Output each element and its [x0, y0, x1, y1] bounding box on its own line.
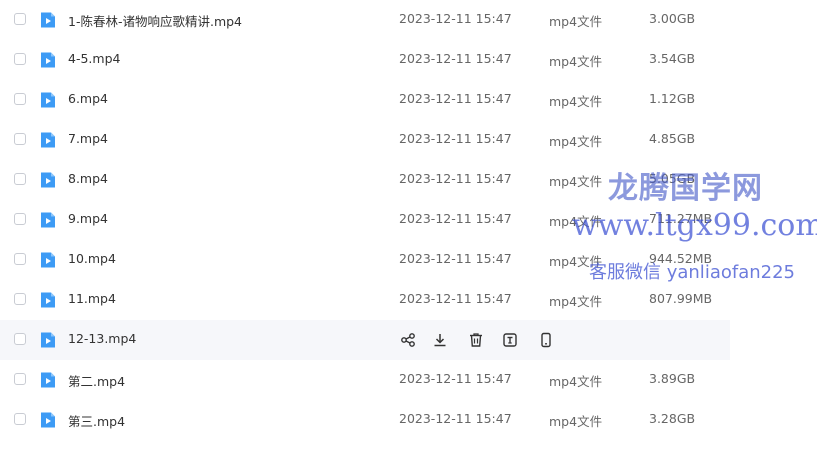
file-size: 807.99MB — [649, 291, 713, 306]
file-type: mp4文件 — [549, 374, 603, 389]
delete-icon[interactable] — [467, 331, 485, 349]
file-row[interactable]: 第三.mp4 2023-12-11 15:47 mp4文件 3.28GB — [0, 400, 817, 440]
file-row[interactable]: 11.mp4 2023-12-11 15:47 mp4文件 807.99MB — [0, 280, 817, 320]
file-type: mp4文件 — [549, 214, 603, 229]
video-file-icon — [39, 211, 57, 229]
file-row[interactable]: 8.mp4 2023-12-11 15:47 mp4文件 5.05GB — [0, 160, 817, 200]
download-icon[interactable] — [431, 331, 449, 349]
file-date: 2023-12-11 15:47 — [399, 371, 512, 386]
file-row[interactable]: 7.mp4 2023-12-11 15:47 mp4文件 4.85GB — [0, 120, 817, 160]
file-date: 2023-12-11 15:47 — [399, 51, 512, 66]
row-checkbox[interactable] — [14, 213, 26, 225]
row-checkbox[interactable] — [14, 53, 26, 65]
file-name[interactable]: 11.mp4 — [68, 291, 116, 306]
file-size: 3.28GB — [649, 411, 696, 426]
file-name[interactable]: 9.mp4 — [68, 211, 108, 226]
file-size: 944.52MB — [649, 251, 713, 266]
file-name[interactable]: 4-5.mp4 — [68, 51, 120, 66]
file-date: 2023-12-11 15:47 — [399, 251, 512, 266]
file-name[interactable]: 第二.mp4 — [68, 371, 125, 390]
file-name[interactable]: 7.mp4 — [68, 131, 108, 146]
file-row[interactable]: 10.mp4 2023-12-11 15:47 mp4文件 944.52MB — [0, 240, 817, 280]
file-name[interactable]: 6.mp4 — [68, 91, 108, 106]
file-date: 2023-12-11 15:47 — [399, 11, 512, 26]
video-file-icon — [39, 171, 57, 189]
file-type: mp4文件 — [549, 174, 603, 189]
file-row[interactable]: 4-5.mp4 2023-12-11 15:47 mp4文件 3.54GB — [0, 40, 817, 80]
file-name[interactable]: 12-13.mp4 — [68, 331, 136, 346]
file-type: mp4文件 — [549, 414, 603, 429]
video-file-icon — [39, 51, 57, 69]
file-size: 1.12GB — [649, 91, 696, 106]
row-checkbox[interactable] — [14, 373, 26, 385]
file-size: 711.27MB — [649, 211, 713, 226]
file-row[interactable]: 6.mp4 2023-12-11 15:47 mp4文件 1.12GB — [0, 80, 817, 120]
file-type: mp4文件 — [549, 54, 603, 69]
file-row[interactable]: 第二.mp4 2023-12-11 15:47 mp4文件 3.89GB — [0, 360, 817, 400]
row-checkbox[interactable] — [14, 93, 26, 105]
file-type: mp4文件 — [549, 294, 603, 309]
file-type: mp4文件 — [549, 254, 603, 269]
row-checkbox[interactable] — [14, 13, 26, 25]
file-name[interactable]: 第三.mp4 — [68, 411, 125, 430]
file-name[interactable]: 8.mp4 — [68, 171, 108, 186]
file-size: 3.89GB — [649, 371, 696, 386]
file-date: 2023-12-11 15:47 — [399, 291, 512, 306]
video-file-icon — [39, 131, 57, 149]
file-date: 2023-12-11 15:47 — [399, 91, 512, 106]
video-file-icon — [39, 11, 57, 29]
file-date: 2023-12-11 15:47 — [399, 411, 512, 426]
file-size: 5.05GB — [649, 171, 696, 186]
file-list: 1-陈春林-诸物响应歌精讲.mp4 2023-12-11 15:47 mp4文件 3.… — [0, 0, 817, 440]
file-name[interactable]: 10.mp4 — [68, 251, 116, 266]
file-date: 2023-12-11 15:47 — [399, 131, 512, 146]
file-type: mp4文件 — [549, 14, 603, 29]
video-file-icon — [39, 291, 57, 309]
file-size: 4.85GB — [649, 131, 696, 146]
file-row[interactable]: 1-陈春林-诸物响应歌精讲.mp4 2023-12-11 15:47 mp4文件 3.… — [0, 0, 817, 40]
video-file-icon — [39, 331, 57, 349]
file-row[interactable]: 12-13.mp4 — [0, 320, 730, 360]
row-checkbox[interactable] — [14, 133, 26, 145]
file-type: mp4文件 — [549, 134, 603, 149]
file-date: 2023-12-11 15:47 — [399, 171, 512, 186]
file-size: 3.54GB — [649, 51, 696, 66]
file-name[interactable]: 1-陈春林-诸物响应歌精讲.mp4 — [68, 11, 242, 30]
file-date: 2023-12-11 15:47 — [399, 211, 512, 226]
video-file-icon — [39, 91, 57, 109]
mobile-icon[interactable] — [537, 331, 555, 349]
video-file-icon — [39, 411, 57, 429]
row-checkbox[interactable] — [14, 333, 26, 345]
row-checkbox[interactable] — [14, 173, 26, 185]
row-checkbox[interactable] — [14, 293, 26, 305]
file-row[interactable]: 9.mp4 2023-12-11 15:47 mp4文件 711.27MB — [0, 200, 817, 240]
share-icon[interactable] — [399, 331, 417, 349]
file-type: mp4文件 — [549, 94, 603, 109]
row-checkbox[interactable] — [14, 253, 26, 265]
file-size: 3.00GB — [649, 11, 696, 26]
row-checkbox[interactable] — [14, 413, 26, 425]
text-icon[interactable] — [501, 331, 519, 349]
video-file-icon — [39, 251, 57, 269]
video-file-icon — [39, 371, 57, 389]
